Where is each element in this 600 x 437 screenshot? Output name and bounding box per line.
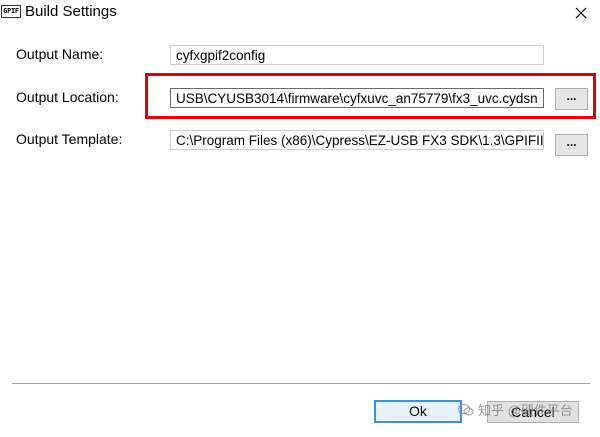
ok-button[interactable]: Ok <box>374 400 462 423</box>
close-button[interactable] <box>568 0 594 26</box>
output-template-label: Output Template: <box>16 131 123 147</box>
output-name-label: Output Name: <box>16 46 104 62</box>
output-template-field[interactable]: C:\Program Files (x86)\Cypress\EZ-USB FX… <box>170 130 544 150</box>
title-bar: GPIF Build Settings <box>0 0 600 26</box>
output-location-browse-button[interactable]: ... <box>555 88 588 110</box>
close-icon <box>575 7 587 19</box>
output-template-browse-button[interactable]: ... <box>555 134 588 156</box>
output-location-field[interactable]: USB\CYUSB3014\firmware\cyfxuvc_an75779\f… <box>170 88 544 108</box>
window-title: Build Settings <box>25 3 117 20</box>
cancel-button[interactable]: Cancel <box>487 401 579 423</box>
gpif-app-icon: GPIF <box>1 5 21 18</box>
output-location-label: Output Location: <box>16 89 119 105</box>
footer-separator <box>12 383 590 384</box>
output-name-field[interactable]: cyfxgpif2config <box>170 45 544 65</box>
output-location-text: USB\CYUSB3014\firmware\cyfxuvc_an75779\f… <box>176 91 538 106</box>
